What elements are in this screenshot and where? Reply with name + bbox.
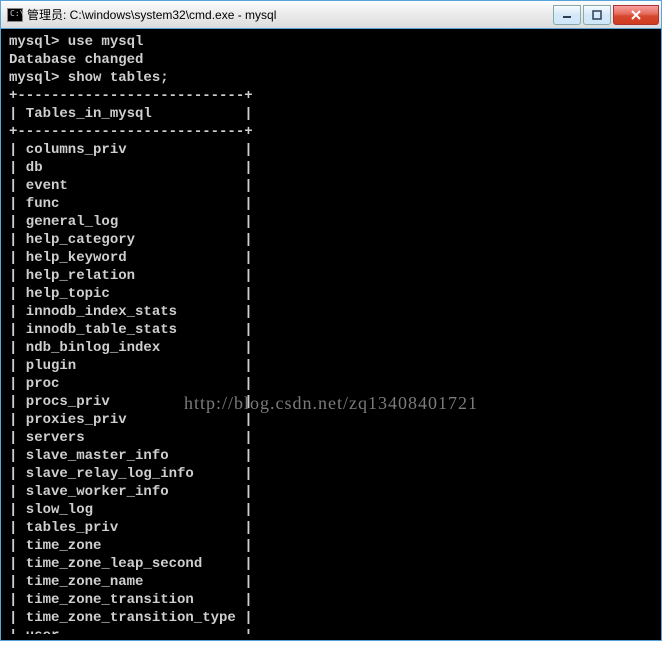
minimize-button[interactable] [553,5,581,25]
maximize-button[interactable] [583,5,611,25]
window-controls [551,5,659,25]
titlebar[interactable]: C:\ 管理员: C:\windows\system32\cmd.exe - m… [1,1,661,29]
close-button[interactable] [613,5,659,25]
cmd-icon: C:\ [7,8,23,22]
console-output[interactable]: mysql> use mysql Database changed mysql>… [7,31,655,634]
window-title: 管理员: C:\windows\system32\cmd.exe - mysql [27,6,551,23]
console-window: C:\ 管理员: C:\windows\system32\cmd.exe - m… [0,0,662,641]
